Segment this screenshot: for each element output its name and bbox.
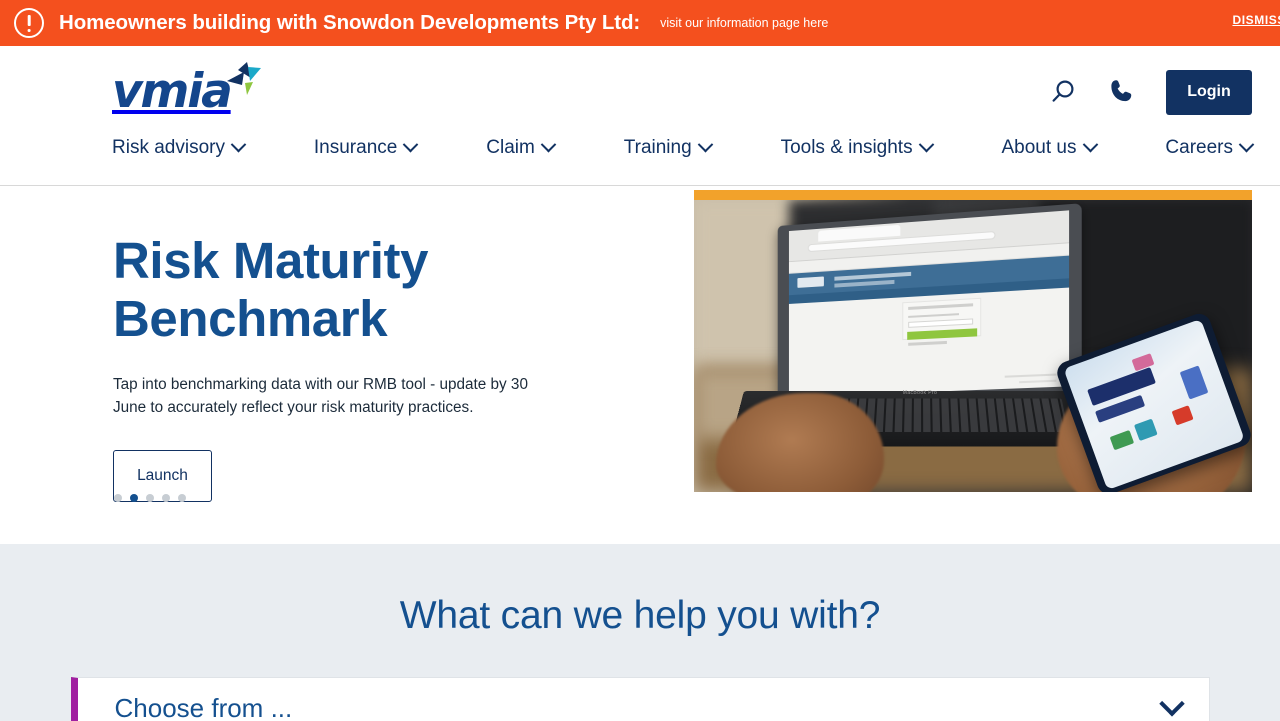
nav-item-tools-and-insights[interactable]: Tools & insights (780, 136, 934, 158)
help-topic-select-value: Choose from ... (114, 692, 293, 721)
chevron-down-icon (1158, 691, 1185, 717)
nav-list: Risk advisory Insurance Claim Training T… (112, 136, 1255, 158)
hero-subtitle: Tap into benchmarking data with our RMB … (113, 376, 528, 416)
alert-info-link[interactable]: visit our information page here (660, 16, 828, 30)
nav-label: Tools & insights (780, 137, 913, 158)
hero-title-line-2: Benchmark (113, 290, 388, 347)
laptop-brand-label: MacBook Pro (902, 389, 938, 396)
nav-label: Claim (486, 137, 535, 158)
login-button[interactable]: Login (1166, 69, 1252, 115)
exclamation-circle-icon (14, 8, 44, 38)
header-actions: Login (1046, 69, 1252, 115)
chevron-down-icon (1082, 136, 1098, 153)
help-topic-select[interactable]: Choose from ... (70, 677, 1210, 721)
search-icon[interactable] (1046, 75, 1080, 109)
chevron-down-icon (697, 136, 713, 153)
nav-item-about-us[interactable]: About us (1001, 136, 1098, 158)
carousel-dot-5[interactable] (178, 494, 186, 502)
nav-item-claim[interactable]: Claim (486, 136, 557, 158)
phone-content-block (1180, 366, 1209, 400)
screen-site-logo (797, 276, 825, 288)
nav-item-training[interactable]: Training (623, 136, 713, 158)
nav-label: About us (1001, 137, 1077, 158)
phone-content-block (1110, 429, 1135, 451)
main-navigation: Risk advisory Insurance Claim Training T… (0, 136, 1280, 186)
nav-label: Risk advisory (112, 137, 225, 158)
chevron-down-icon (1238, 136, 1255, 153)
laptop-lid (778, 202, 1082, 405)
carousel-dot-2[interactable] (130, 494, 138, 502)
page-title: Risk Maturity Benchmark (113, 232, 583, 348)
carousel-dots (114, 494, 186, 502)
nav-item-careers[interactable]: Careers (1165, 136, 1255, 158)
phone-content-block (1087, 367, 1156, 407)
vmia-pinwheel-icon (226, 61, 262, 105)
chevron-down-icon (918, 136, 934, 153)
carousel-dot-1[interactable] (114, 494, 122, 502)
hero-title-line-1: Risk Maturity (113, 232, 429, 289)
phone-content-block (1134, 419, 1158, 442)
phone-icon[interactable] (1106, 75, 1140, 109)
logo-wordmark: vmia (112, 64, 233, 119)
nav-label: Careers (1165, 137, 1233, 158)
alert-title: Homeowners building with Snowdon Develop… (59, 11, 641, 34)
site-header: vmia Login (0, 46, 1280, 138)
nav-item-risk-advisory[interactable]: Risk advisory (112, 136, 247, 158)
help-heading: What can we help you with? (399, 594, 881, 637)
nav-label: Insurance (313, 137, 398, 158)
browser-toolbar-icons (1019, 227, 1060, 237)
carousel-dot-3[interactable] (146, 494, 154, 502)
chevron-down-icon (403, 136, 419, 153)
phone-content-block (1172, 405, 1195, 427)
screen-footer-text (1019, 378, 1058, 384)
hero-photograph: MacBook Pro (694, 200, 1252, 492)
chevron-down-icon (540, 136, 557, 153)
nav-item-insurance[interactable]: Insurance (313, 136, 419, 158)
hero-carousel: Risk Maturity Benchmark Tap into benchma… (0, 186, 1280, 544)
vmia-logo[interactable]: vmia (112, 61, 262, 120)
alert-dismiss-link[interactable]: DISMISS (1232, 13, 1280, 27)
hero-image-accent-bar (694, 190, 1252, 200)
carousel-dot-4[interactable] (162, 494, 170, 502)
nav-label: Training (623, 137, 692, 158)
screen-form-text (908, 340, 948, 346)
laptop-screen (789, 209, 1069, 397)
hero-text-block: Risk Maturity Benchmark Tap into benchma… (113, 232, 583, 502)
alert-banner: Homeowners building with Snowdon Develop… (0, 0, 1280, 46)
chevron-down-icon (230, 136, 247, 153)
screen-footer-text (1004, 372, 1058, 378)
help-section: What can we help you with? Choose from .… (0, 544, 1280, 721)
hero-image: MacBook Pro (694, 190, 1252, 492)
